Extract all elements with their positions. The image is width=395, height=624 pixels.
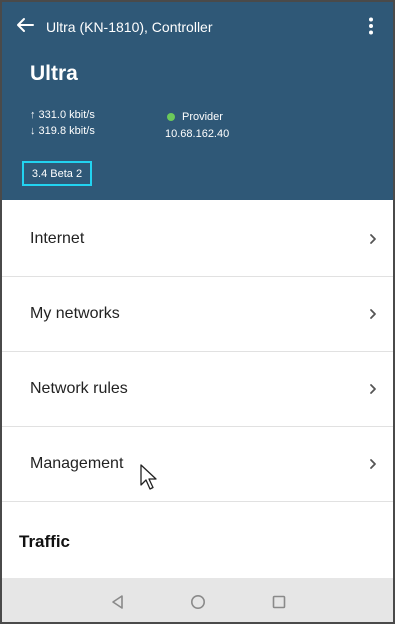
system-navigation-bar (2, 578, 393, 622)
provider-label: Provider (182, 111, 223, 123)
menu-item-label: Internet (30, 230, 85, 247)
app-window: Ultra (KN-1810), Controller Ultra ↑ 331.… (0, 0, 395, 624)
firmware-version-badge: 3.4 Beta 2 (22, 161, 92, 186)
chevron-right-icon (370, 459, 376, 469)
triangle-left-icon (112, 595, 123, 609)
menu-item-my-networks[interactable]: My networks (2, 277, 393, 352)
device-name: Ultra (30, 62, 78, 85)
nav-back-button[interactable] (109, 593, 127, 611)
nav-recents-button[interactable] (270, 593, 288, 611)
menu-item-management[interactable]: Management (2, 427, 393, 502)
menu-item-internet[interactable]: Internet (2, 202, 393, 277)
download-speed: ↓ 319.8 kbit/s (30, 125, 95, 137)
back-button[interactable] (14, 14, 36, 36)
chevron-right-icon (370, 384, 376, 394)
menu-item-label: My networks (30, 305, 120, 322)
vertical-ellipsis-icon (369, 17, 373, 35)
upload-speed: ↑ 331.0 kbit/s (30, 109, 95, 121)
app-bar-title: Ultra (KN-1810), Controller (46, 19, 213, 35)
more-options-button[interactable] (361, 14, 381, 38)
status-dot-icon (167, 113, 175, 122)
square-icon (272, 595, 286, 609)
provider-status: Provider (167, 111, 223, 123)
chevron-right-icon (370, 234, 376, 244)
circle-icon (191, 595, 205, 609)
chevron-right-icon (370, 309, 376, 319)
menu-item-label: Network rules (30, 380, 128, 397)
firmware-version: 3.4 Beta 2 (31, 167, 83, 180)
nav-home-button[interactable] (189, 593, 207, 611)
device-header: Ultra (KN-1810), Controller Ultra ↑ 331.… (2, 2, 393, 200)
menu-item-network-rules[interactable]: Network rules (2, 352, 393, 427)
menu-item-label: Management (30, 455, 124, 472)
ip-address: 10.68.162.40 (165, 128, 230, 140)
arrow-left-icon (17, 18, 34, 32)
menu-list: Internet My networks Network rules Manag… (2, 202, 393, 502)
traffic-section-title: Traffic (19, 532, 71, 551)
mouse-pointer-icon (140, 464, 157, 490)
top-app-bar: Ultra (KN-1810), Controller (2, 2, 393, 50)
